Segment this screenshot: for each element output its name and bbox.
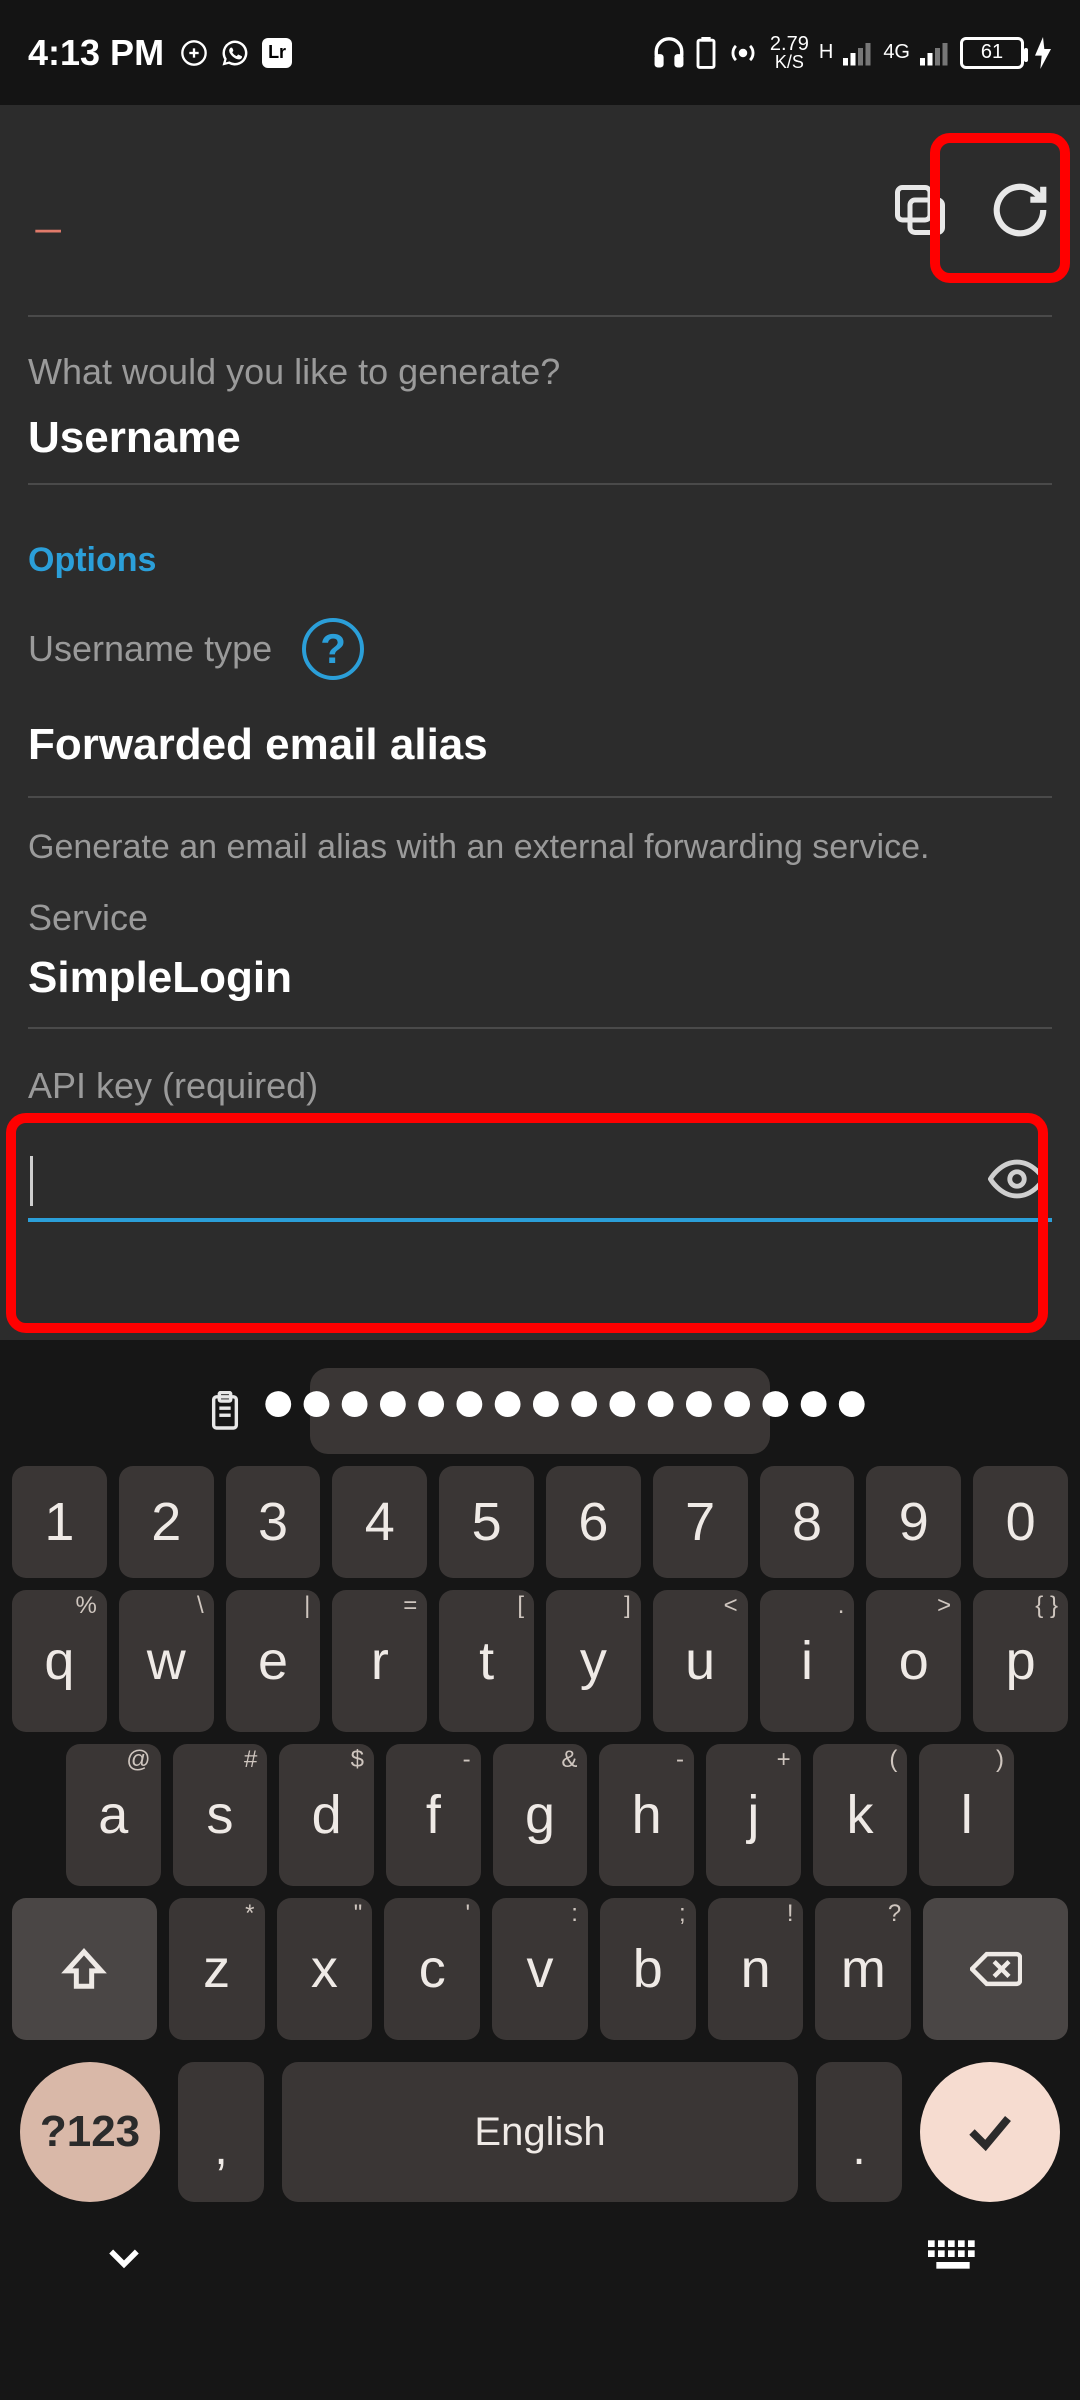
key-m[interactable]: m?: [815, 1898, 911, 2040]
battery-saver-icon: [696, 37, 716, 69]
highlight-refresh: [930, 133, 1070, 283]
key-s[interactable]: s#: [173, 1744, 268, 1886]
key-6[interactable]: 6: [546, 1466, 641, 1578]
status-bar: 4:13 PM Lr 2.79 K/S H 4G: [0, 0, 1080, 105]
net-label-4g: 4G: [883, 41, 910, 64]
key-shift[interactable]: [12, 1898, 157, 2040]
key-comma[interactable]: ,: [178, 2062, 264, 2202]
net-label-h: H: [819, 41, 833, 64]
signal-bars-icon: [843, 40, 873, 66]
key-y[interactable]: y]: [546, 1590, 641, 1732]
key-9[interactable]: 9: [866, 1466, 961, 1578]
generate-type-selector[interactable]: Username: [28, 413, 1052, 463]
soft-keyboard: ●●●●●●●●●●●●●●●● 1234567890 q%w\e|r=t[y]…: [0, 1340, 1080, 2400]
generator-topbar: _: [0, 105, 1080, 315]
key-p[interactable]: p{ }: [973, 1590, 1068, 1732]
key-0[interactable]: 0: [973, 1466, 1068, 1578]
key-period[interactable]: .: [816, 2062, 902, 2202]
key-3[interactable]: 3: [226, 1466, 321, 1578]
service-label: Service: [28, 897, 1052, 939]
nav-collapse-icon[interactable]: [102, 2235, 146, 2279]
key-a[interactable]: a@: [66, 1744, 161, 1886]
key-l[interactable]: l): [919, 1744, 1014, 1886]
key-v[interactable]: v:: [492, 1898, 588, 2040]
key-space[interactable]: English: [282, 2062, 798, 2202]
username-type-selector[interactable]: Forwarded email alias: [28, 720, 1052, 770]
key-i[interactable]: i.: [760, 1590, 855, 1732]
headphones-icon: [652, 36, 686, 70]
plus-circle-icon: [180, 39, 208, 67]
options-heading: Options: [28, 541, 1052, 580]
whatsapp-icon: [220, 38, 250, 68]
key-enter[interactable]: [920, 2062, 1060, 2202]
app-content: _ What would you like to generate? Usern…: [0, 105, 1080, 1340]
clipboard-icon: [208, 1391, 242, 1431]
key-w[interactable]: w\: [119, 1590, 214, 1732]
key-z[interactable]: z*: [169, 1898, 265, 2040]
key-1[interactable]: 1: [12, 1466, 107, 1578]
key-5[interactable]: 5: [439, 1466, 534, 1578]
key-o[interactable]: o>: [866, 1590, 961, 1732]
charging-icon: [1034, 37, 1052, 69]
key-u[interactable]: u<: [653, 1590, 748, 1732]
key-backspace[interactable]: [923, 1898, 1068, 2040]
key-symbols[interactable]: ?123: [20, 2062, 160, 2202]
api-key-label: API key (required): [28, 1065, 1052, 1107]
nav-keyboard-switch-icon[interactable]: [928, 2240, 978, 2274]
generator-output-placeholder: _: [24, 185, 60, 235]
key-x[interactable]: x": [277, 1898, 373, 2040]
clipboard-suggestion[interactable]: ●●●●●●●●●●●●●●●●: [310, 1368, 770, 1454]
key-b[interactable]: b;: [600, 1898, 696, 2040]
generate-prompt-label: What would you like to generate?: [28, 351, 1052, 393]
key-c[interactable]: c': [384, 1898, 480, 2040]
lr-badge-icon: Lr: [262, 38, 292, 68]
username-type-label: Username type: [28, 628, 272, 670]
highlight-api-key: [6, 1113, 1048, 1333]
key-r[interactable]: r=: [332, 1590, 427, 1732]
key-g[interactable]: g&: [493, 1744, 588, 1886]
key-j[interactable]: j+: [706, 1744, 801, 1886]
key-h[interactable]: h-: [599, 1744, 694, 1886]
battery-indicator: 61: [960, 37, 1024, 69]
key-4[interactable]: 4: [332, 1466, 427, 1578]
service-selector[interactable]: SimpleLogin: [28, 953, 1052, 1003]
signal-bars-2-icon: [920, 40, 950, 66]
key-d[interactable]: d$: [279, 1744, 374, 1886]
key-e[interactable]: e|: [226, 1590, 321, 1732]
system-navbar: [12, 2202, 1068, 2312]
key-8[interactable]: 8: [760, 1466, 855, 1578]
clipboard-masked-content: ●●●●●●●●●●●●●●●●: [260, 1391, 872, 1411]
key-7[interactable]: 7: [653, 1466, 748, 1578]
username-type-description: Generate an email alias with an external…: [28, 828, 1052, 867]
key-k[interactable]: k(: [813, 1744, 908, 1886]
network-speed: 2.79 K/S: [770, 35, 809, 71]
key-q[interactable]: q%: [12, 1590, 107, 1732]
status-time: 4:13 PM: [28, 32, 164, 74]
key-n[interactable]: n!: [708, 1898, 804, 2040]
key-t[interactable]: t[: [439, 1590, 534, 1732]
key-2[interactable]: 2: [119, 1466, 214, 1578]
hotspot-icon: [726, 36, 760, 70]
help-icon[interactable]: ?: [302, 618, 364, 680]
key-f[interactable]: f-: [386, 1744, 481, 1886]
